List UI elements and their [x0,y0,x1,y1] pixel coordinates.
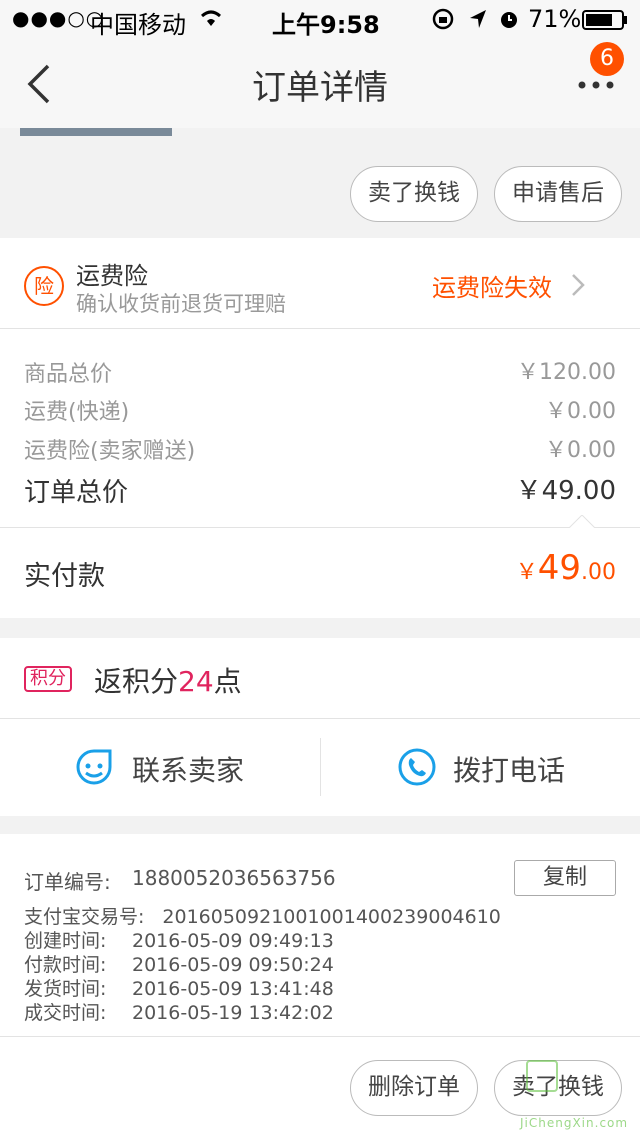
insurance-status[interactable]: 运费险失效 [432,268,552,303]
price-row-label: 运费(快递) [24,400,130,425]
page-title: 订单详情 [252,68,388,108]
call-button[interactable]: 拨打电话 [321,719,640,816]
price-row-value: ￥0.00 [545,438,616,463]
price-row-value: ￥120.00 [517,360,616,385]
paid-label: 实付款 [24,561,105,592]
info-line: 付款时间: 2016-05-09 09:50:24 [24,954,334,976]
order-total-value: ￥49.00 [515,476,616,506]
order-number-value: 1880052036563756 [132,866,336,890]
copy-button[interactable]: 复制 [514,860,616,896]
info-line: 成交时间: 2016-05-19 13:42:02 [24,1002,334,1024]
insurance-icon: 险 [24,266,64,306]
sell-button-bottom[interactable]: 卖了换钱 [494,1060,622,1116]
insurance-subtitle: 确认收货前退货可理赔 [76,292,286,316]
price-row-value: ￥0.00 [545,399,616,424]
wifi-icon [198,6,224,34]
after-sale-button[interactable]: 申请售后 [494,166,622,222]
rotation-lock-icon [432,8,454,36]
price-row-label: 运费险(卖家赠送) [24,439,196,464]
status-bar: ●●●○○ 中国移动 上午9:58 71% [0,0,640,40]
points-badge: 积分 [24,666,72,692]
points-text: 返积分24点 [94,665,242,698]
battery-percent: 71% [528,5,582,33]
sell-button[interactable]: 卖了换钱 [350,166,478,222]
info-line: 支付宝交易号: 2016050921001001400239004610 [24,906,501,928]
clock: 上午9:58 [272,11,380,39]
watermark-text: JiChengXin.com [520,1116,629,1130]
info-line: 发货时间: 2016-05-09 13:41:48 [24,978,334,1000]
contact-seller-label: 联系卖家 [132,754,245,787]
info-line: 创建时间: 2016-05-09 09:49:13 [24,930,334,952]
phone-icon [397,747,437,791]
order-total-label: 订单总价 [24,478,129,508]
battery-icon [582,10,627,30]
product-thumbnail-edge [20,128,172,136]
location-icon [468,8,488,36]
caret-up-icon [567,514,597,533]
call-label: 拨打电话 [453,754,566,787]
delete-order-button[interactable]: 删除订单 [350,1060,478,1116]
order-number-label: 订单编号: [24,870,111,894]
insurance-title: 运费险 [76,262,148,290]
chat-face-icon [74,747,114,791]
price-row-label: 商品总价 [24,362,113,387]
notification-badge: 6 [590,42,624,76]
contact-seller-button[interactable]: 联系卖家 [0,719,320,816]
carrier-name: 中国移动 [90,11,186,39]
watermark-logo [526,1060,558,1092]
chevron-right-icon [570,272,586,302]
price-card: 险 运费险 确认收货前退货可理赔 运费险失效 商品总价 ￥120.00 运费(快… [0,238,640,618]
nav-bar: 订单详情 6 [0,40,640,128]
points-contact-card: 积分 返积分24点 联系卖家 拨打电话 [0,638,640,816]
paid-amount: ￥49.00 [515,548,616,588]
order-info-card: 订单编号: 1880052036563756 复制 支付宝交易号: 2016050… [0,834,640,1136]
alarm-icon [498,8,520,36]
